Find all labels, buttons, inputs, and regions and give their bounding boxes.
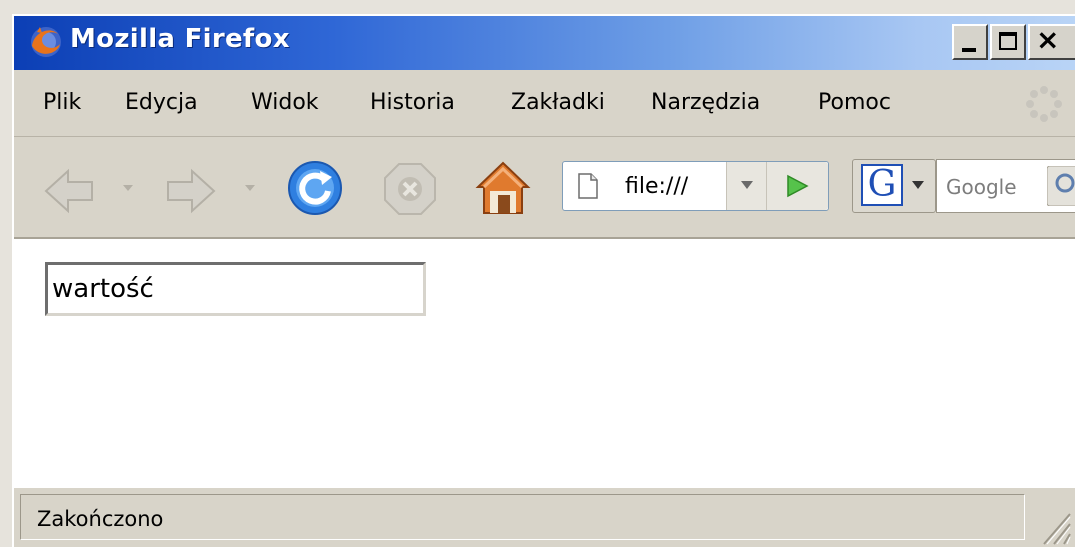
menu-edycja[interactable]: Edycja <box>125 90 198 115</box>
back-arrow-icon[interactable] <box>42 167 98 215</box>
firefox-logo-icon <box>31 27 61 57</box>
chevron-down-icon <box>741 181 753 189</box>
search-icon[interactable] <box>1047 166 1075 206</box>
address-url: file:/// <box>625 174 689 199</box>
forward-history-dropdown-icon[interactable] <box>242 182 258 194</box>
resize-grip-icon[interactable] <box>1036 506 1072 546</box>
go-button[interactable] <box>766 162 828 210</box>
status-text: Zakończono <box>37 507 164 531</box>
status-panel: Zakończono <box>20 494 1025 540</box>
menu-bar: Plik Edycja Widok Historia Zakładki Narz… <box>14 72 1075 137</box>
back-history-dropdown-icon[interactable] <box>120 182 136 194</box>
maximize-icon <box>999 32 1017 50</box>
chevron-down-icon <box>912 181 924 189</box>
page-icon <box>578 173 598 199</box>
text-input[interactable] <box>45 262 426 316</box>
minimize-icon <box>962 48 976 52</box>
go-arrow-icon <box>787 174 809 198</box>
search-placeholder: Google <box>946 175 1017 199</box>
close-button[interactable]: × <box>1028 24 1075 60</box>
address-history-dropdown-button[interactable] <box>726 162 766 210</box>
menu-historia[interactable]: Historia <box>370 90 455 115</box>
reload-icon[interactable] <box>286 159 344 217</box>
browser-window: Mozilla Firefox × Plik Edycja Widok Hist… <box>12 14 1075 547</box>
home-icon[interactable] <box>474 159 532 217</box>
navigation-toolbar: file:/// G Google <box>14 137 1075 239</box>
search-input[interactable]: Google <box>936 159 1075 213</box>
page-content <box>14 239 1075 486</box>
activity-throbber-icon <box>1026 86 1062 122</box>
forward-arrow-icon[interactable] <box>162 167 218 215</box>
window-title: Mozilla Firefox <box>70 24 290 54</box>
menu-widok[interactable]: Widok <box>251 90 319 115</box>
maximize-button[interactable] <box>990 24 1026 60</box>
stop-icon[interactable] <box>382 161 438 217</box>
menu-pomoc[interactable]: Pomoc <box>818 90 891 115</box>
status-bar: Zakończono <box>14 486 1075 547</box>
search-engine-selector[interactable]: G <box>852 159 936 213</box>
menu-zakladki[interactable]: Zakładki <box>511 90 605 115</box>
minimize-button[interactable] <box>952 24 988 60</box>
google-g-icon: G <box>861 164 903 206</box>
title-bar[interactable]: Mozilla Firefox × <box>14 16 1075 70</box>
close-icon: × <box>1036 23 1060 56</box>
menu-narzedzia[interactable]: Narzędzia <box>651 90 760 115</box>
menu-plik[interactable]: Plik <box>43 90 81 115</box>
